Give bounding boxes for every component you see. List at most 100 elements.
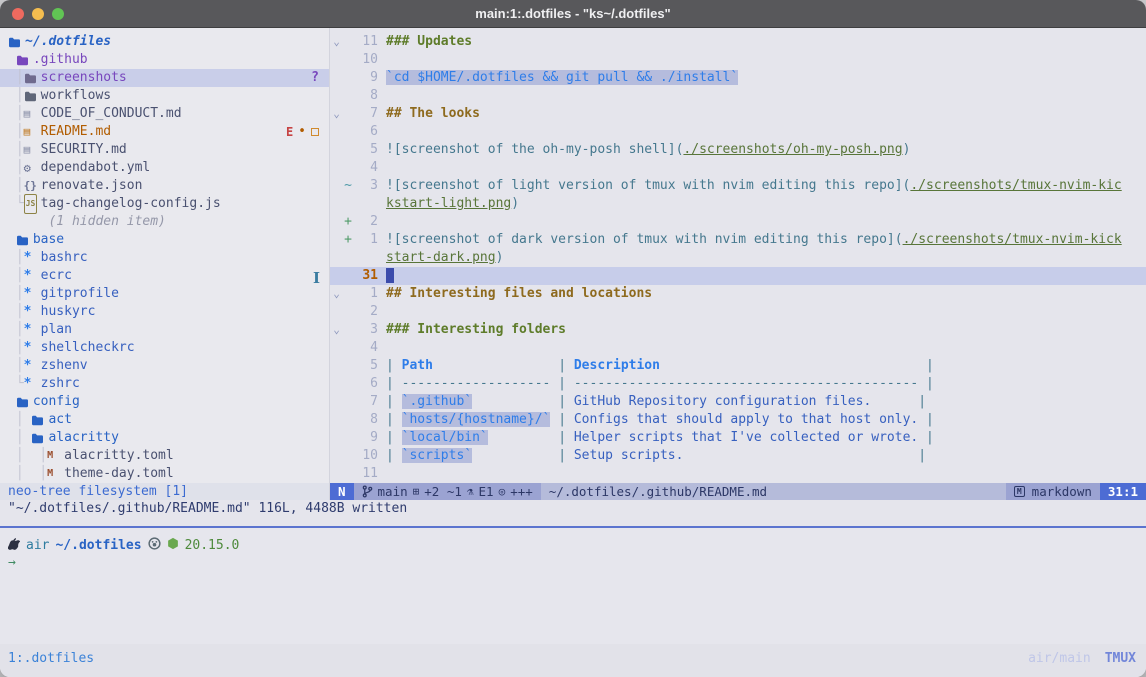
- fold-marker[interactable]: [330, 465, 343, 483]
- zoom-button[interactable]: [52, 8, 64, 20]
- fold-marker[interactable]: [330, 447, 343, 465]
- github-icon: [148, 537, 161, 554]
- prompt-arrow[interactable]: →: [8, 554, 1146, 572]
- tree-item-zshrc[interactable]: └*zshrc: [0, 375, 329, 393]
- fold-marker[interactable]: [330, 213, 343, 231]
- editor-line[interactable]: 8: [330, 87, 1146, 105]
- editor-pane[interactable]: ⌄11### Updates109`cd $HOME/.dotfiles && …: [330, 28, 1146, 500]
- tree-item-security.md[interactable]: │▤SECURITY.md: [0, 141, 329, 159]
- fold-marker[interactable]: [330, 393, 343, 411]
- fold-marker[interactable]: [330, 249, 343, 267]
- editor-line[interactable]: ~3![screenshot of light version of tmux …: [330, 177, 1146, 195]
- fold-marker[interactable]: [330, 411, 343, 429]
- fold-marker[interactable]: [330, 231, 343, 249]
- fold-marker[interactable]: ⌄: [330, 105, 343, 123]
- tree-item-alacritty.toml[interactable]: │ │Malacritty.toml: [0, 447, 329, 465]
- editor-line[interactable]: 6| ------------------- | ---------------…: [330, 375, 1146, 393]
- tree-item-renovate.json[interactable]: │{}renovate.json: [0, 177, 329, 195]
- tree-item-ecrc[interactable]: │*ecrc: [0, 267, 329, 285]
- close-button[interactable]: [12, 8, 24, 20]
- tree-item-tag-changelog-config.js[interactable]: └JStag-changelog-config.js: [0, 195, 329, 213]
- editor-line[interactable]: ⌄11### Updates: [330, 33, 1146, 51]
- fold-marker[interactable]: [330, 303, 343, 321]
- markdown-buffer[interactable]: ⌄11### Updates109`cd $HOME/.dotfiles && …: [330, 28, 1146, 483]
- tree-item-code-of-conduct.md[interactable]: │▤CODE_OF_CONDUCT.md: [0, 105, 329, 123]
- tree-item--1-hidden-item-[interactable]: (1 hidden item): [0, 213, 329, 231]
- editor-line[interactable]: +2: [330, 213, 1146, 231]
- fold-marker[interactable]: ⌄: [330, 285, 343, 303]
- fold-marker[interactable]: [330, 69, 343, 87]
- fold-marker[interactable]: ⌄: [330, 321, 343, 339]
- indent-guide: │: [8, 321, 24, 339]
- tree-item-config[interactable]: config: [0, 393, 329, 411]
- editor-line[interactable]: 4: [330, 159, 1146, 177]
- tree-item-.github[interactable]: .github: [0, 51, 329, 69]
- editor-line[interactable]: 9`cd $HOME/.dotfiles && git pull && ./in…: [330, 69, 1146, 87]
- line-number: [353, 249, 378, 267]
- editor-line[interactable]: 5![screenshot of the oh-my-posh shell](.…: [330, 141, 1146, 159]
- editor-line[interactable]: 10: [330, 51, 1146, 69]
- fold-marker[interactable]: [330, 375, 343, 393]
- tmux-label: TMUX: [1105, 651, 1136, 666]
- editor-line[interactable]: 7| `.github` | GitHub Repository configu…: [330, 393, 1146, 411]
- folder-icon: [24, 91, 41, 102]
- editor-line[interactable]: ⌄7## The looks: [330, 105, 1146, 123]
- editor-line[interactable]: kstart-light.png): [330, 195, 1146, 213]
- tree-item-screenshots[interactable]: │screenshots?: [0, 69, 329, 87]
- line-number: 9: [353, 69, 378, 87]
- mouse-ibeam-cursor: I: [313, 271, 320, 286]
- tree-item-readme.md[interactable]: │▤README.mdE•: [0, 123, 329, 141]
- git-sign: [343, 303, 353, 321]
- editor-line[interactable]: ⌄3### Interesting folders: [330, 321, 1146, 339]
- tree-item-zshenv[interactable]: │*zshenv: [0, 357, 329, 375]
- fold-marker[interactable]: [330, 267, 343, 285]
- editor-line[interactable]: 31: [330, 267, 1146, 285]
- tree-item-label: tag-changelog-config.js: [41, 195, 221, 213]
- tree-item--.dotfiles[interactable]: ~/.dotfiles: [0, 33, 329, 51]
- fold-marker[interactable]: [330, 123, 343, 141]
- editor-line[interactable]: 5| Path | Description |: [330, 357, 1146, 375]
- git-sign: +: [343, 231, 353, 249]
- tree-item-base[interactable]: base: [0, 231, 329, 249]
- tree-item-plan[interactable]: │*plan: [0, 321, 329, 339]
- tmux-window-tab[interactable]: 1:.dotfiles: [8, 651, 94, 666]
- line-number: 11: [353, 33, 378, 51]
- editor-line[interactable]: +1![screenshot of dark version of tmux w…: [330, 231, 1146, 249]
- fold-marker[interactable]: [330, 339, 343, 357]
- editor-line[interactable]: 11: [330, 465, 1146, 483]
- tree-item-gitprofile[interactable]: │*gitprofile: [0, 285, 329, 303]
- indent-guide: │: [8, 141, 24, 159]
- tree-item-bashrc[interactable]: │*bashrc: [0, 249, 329, 267]
- tree-item-shellcheckrc[interactable]: │*shellcheckrc: [0, 339, 329, 357]
- editor-line[interactable]: 2: [330, 303, 1146, 321]
- editor-line[interactable]: ⌄1## Interesting files and locations: [330, 285, 1146, 303]
- editor-line[interactable]: 8| `hosts/{hostname}/` | Configs that sh…: [330, 411, 1146, 429]
- fold-marker[interactable]: [330, 51, 343, 69]
- editor-line[interactable]: 9| `local/bin` | Helper scripts that I'v…: [330, 429, 1146, 447]
- tree-item-label: zshrc: [41, 375, 80, 393]
- editor-line[interactable]: start-dark.png): [330, 249, 1146, 267]
- tree-item-dependabot.yml[interactable]: │⚙dependabot.yml: [0, 159, 329, 177]
- shell-pane[interactable]: air ~/.dotfiles 20.15.0 →: [0, 526, 1146, 644]
- tree-item-theme-day.toml[interactable]: │ │Mtheme-day.toml: [0, 465, 329, 483]
- fold-marker[interactable]: [330, 177, 343, 195]
- fold-marker[interactable]: ⌄: [330, 33, 343, 51]
- fold-marker[interactable]: [330, 87, 343, 105]
- fold-marker[interactable]: [330, 159, 343, 177]
- editor-line[interactable]: 4: [330, 339, 1146, 357]
- fold-marker[interactable]: [330, 429, 343, 447]
- line-number: 3: [353, 177, 378, 195]
- editor-line[interactable]: 10| `scripts` | Setup scripts. |: [330, 447, 1146, 465]
- git-sign: [343, 465, 353, 483]
- fold-marker[interactable]: [330, 141, 343, 159]
- minimize-button[interactable]: [32, 8, 44, 20]
- tree-item-alacritty[interactable]: │ alacritty: [0, 429, 329, 447]
- fold-marker[interactable]: [330, 357, 343, 375]
- title-bar[interactable]: main:1:.dotfiles - "ks~/.dotfiles": [0, 0, 1146, 28]
- javascript-icon: JS: [24, 194, 41, 214]
- fold-marker[interactable]: [330, 195, 343, 213]
- tree-item-workflows[interactable]: │workflows: [0, 87, 329, 105]
- tree-item-huskyrc[interactable]: │*huskyrc: [0, 303, 329, 321]
- editor-line[interactable]: 6: [330, 123, 1146, 141]
- tree-item-act[interactable]: │ act: [0, 411, 329, 429]
